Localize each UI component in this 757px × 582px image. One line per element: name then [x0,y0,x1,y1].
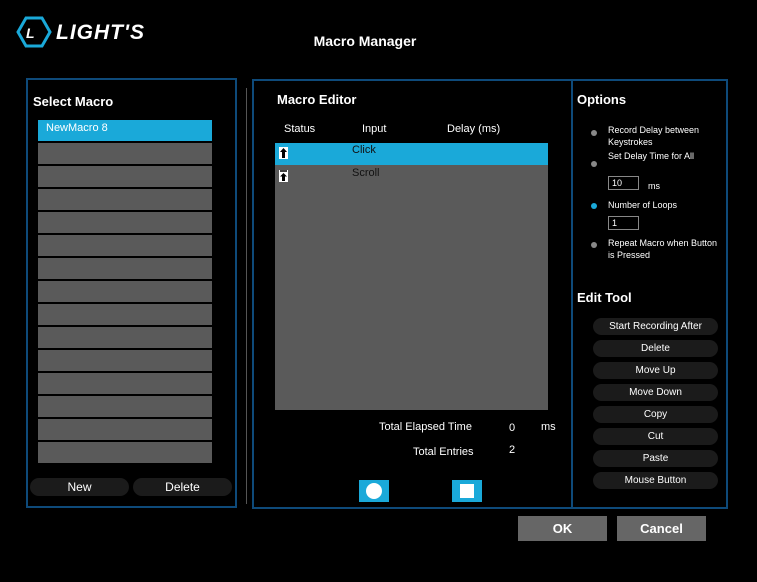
delay-input[interactable]: 10 [608,176,639,190]
copy-button[interactable]: Copy [593,406,718,423]
options-title: Options [577,92,627,107]
macro-list: NewMacro 8 [38,120,212,465]
entry-input: Click [352,144,376,156]
total-entries-label: Total Entries [413,446,474,458]
edit-tool-title: Edit Tool [577,290,632,305]
entry-input: Scroll [352,167,380,179]
elapsed-time-value: 0 [509,422,516,434]
record-circle-icon [366,483,382,499]
column-status: Status [284,123,316,135]
column-input: Input [362,123,387,135]
select-macro-title: Select Macro [33,94,114,109]
table-row[interactable]: Click [275,143,548,165]
list-item[interactable] [38,189,212,210]
macro-editor-title: Macro Editor [277,92,357,107]
move-down-button[interactable]: Move Down [593,384,718,401]
list-item[interactable] [38,212,212,233]
mouse-button-button[interactable]: Mouse Button [593,472,718,489]
list-item[interactable] [38,442,212,463]
list-item[interactable] [38,235,212,256]
record-button[interactable] [359,480,389,502]
repeat-label: Repeat Macro when Button is Pressed [608,238,718,260]
set-delay-radio[interactable] [591,161,597,167]
paste-button[interactable]: Paste [593,450,718,467]
list-item[interactable] [38,327,212,348]
loops-label: Number of Loops [608,200,678,210]
elapsed-time-unit: ms [541,421,556,433]
list-item[interactable] [38,258,212,279]
list-item[interactable] [38,304,212,325]
stop-square-icon [460,484,474,498]
list-item[interactable] [38,166,212,187]
macro-entries-list[interactable]: Click Scroll [275,143,548,410]
window-title: Macro Manager [313,33,417,49]
list-item[interactable] [38,419,212,440]
list-item[interactable] [38,143,212,164]
editor-options-divider [571,81,573,507]
new-macro-button[interactable]: New [30,478,129,496]
delete-macro-button[interactable]: Delete [133,478,232,496]
record-delay-label: Record Delay between Keystrokes [608,125,700,147]
delete-entry-button[interactable]: Delete [593,340,718,357]
repeat-radio[interactable] [591,242,597,248]
ok-button[interactable]: OK [518,516,607,541]
list-item[interactable] [38,350,212,371]
divider [246,88,247,504]
record-delay-radio[interactable] [591,130,597,136]
list-item[interactable] [38,373,212,394]
total-entries-value: 2 [509,444,516,456]
arrow-up-dash-icon [279,170,288,182]
set-delay-label: Set Delay Time for All [608,151,695,161]
list-item[interactable] [38,281,212,302]
stop-button[interactable] [452,480,482,502]
loops-radio[interactable] [591,203,597,209]
start-recording-after-button[interactable]: Start Recording After [593,318,718,335]
elapsed-time-label: Total Elapsed Time [379,421,472,433]
list-item[interactable] [38,396,212,417]
cancel-button[interactable]: Cancel [617,516,706,541]
delay-unit: ms [648,181,660,191]
table-row[interactable]: Scroll [275,166,548,188]
move-up-button[interactable]: Move Up [593,362,718,379]
arrow-up-icon [279,147,288,159]
cut-button[interactable]: Cut [593,428,718,445]
list-item[interactable]: NewMacro 8 [38,120,212,141]
loops-input[interactable]: 1 [608,216,639,230]
column-delay: Delay (ms) [447,123,501,135]
